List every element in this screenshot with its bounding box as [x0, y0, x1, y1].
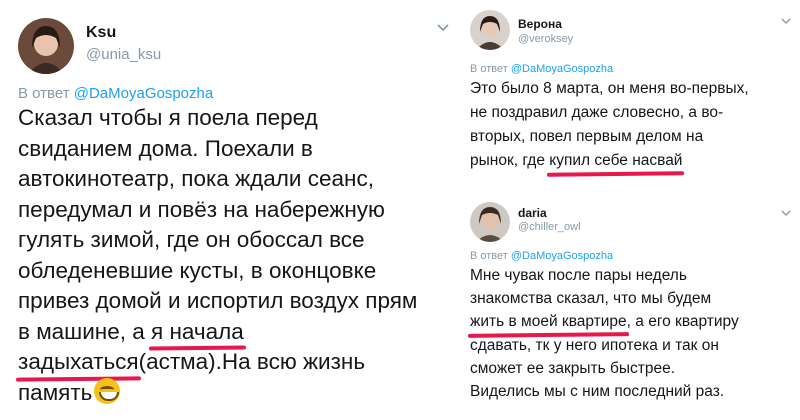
reply-mention-link[interactable]: @DaMoyaGospozha — [74, 85, 213, 102]
text-segment: в машине, а — [18, 318, 152, 344]
author-name[interactable]: Верона — [518, 17, 562, 31]
highlighted-phrase: задыхаться — [18, 347, 139, 378]
tweet-line: Сказал чтобы я поела перед — [18, 105, 318, 130]
chevron-down-icon[interactable] — [780, 206, 792, 218]
tweet-line: свиданием дома. Поехали в — [18, 135, 313, 161]
tweet-line: Это было 8 марта, он меня во-первых, — [470, 80, 749, 97]
reply-mention-link[interactable]: @DaMoyaGospozha — [511, 250, 613, 262]
tweet-text: Сказал чтобы я поела перед свиданием дом… — [18, 103, 458, 408]
reply-prefix: В ответ — [470, 63, 511, 75]
author-name[interactable]: daria — [518, 206, 547, 220]
chevron-down-icon[interactable] — [780, 14, 792, 26]
text-segment: память — [18, 379, 93, 405]
author-name[interactable]: Ksu — [86, 24, 116, 42]
author-handle[interactable]: @chiller_owl — [518, 221, 581, 233]
avatar[interactable] — [470, 10, 510, 50]
reply-context: В ответ @DaMoyaGospozha — [18, 85, 213, 102]
reply-context: В ответ @DaMoyaGospozha — [470, 250, 613, 262]
tweet-line: не поздравил даже словесно, а во- — [470, 104, 724, 121]
tweet-line: гулять зимой, где он обоссал все — [18, 227, 365, 252]
text-segment: (астма).На всю жизнь — [138, 349, 366, 374]
reply-prefix: В ответ — [470, 250, 511, 262]
reply-mention-link[interactable]: @DaMoyaGospozha — [511, 63, 613, 75]
text-segment: рынок, где — [470, 152, 550, 169]
tweet-line: рынок, где купил себе насвай — [470, 149, 800, 173]
tweet-line: жить в моей квартире, а его квартиру — [470, 310, 800, 333]
tweet-line: привез домой и испортил воздух прям — [18, 288, 418, 313]
tweet-verona: Верона @veroksey В ответ @DaMoyaGospozha… — [462, 0, 800, 200]
tweet-line: знакомства сказал, что мы будем — [470, 290, 712, 308]
avatar[interactable] — [18, 18, 74, 74]
author-handle[interactable]: @unia_ksu — [86, 46, 161, 63]
tweet-line: задыхаться(астма).На всю жизнь — [18, 347, 458, 378]
tweet-line: память — [18, 377, 458, 409]
highlighted-phrase: жить в моей квартире — [470, 310, 627, 333]
tweet-line: вторых, повел первым делом на — [470, 128, 704, 145]
highlighted-phrase: я начала — [151, 317, 244, 348]
highlighted-phrase: купил себе насвай — [549, 149, 682, 173]
tweet-daria: daria @chiller_owl В ответ @DaMoyaGospoz… — [462, 196, 800, 420]
grinning-face-emoji-icon — [94, 377, 121, 404]
tweet-text: Это было 8 марта, он меня во-первых, не … — [470, 77, 800, 173]
tweet-text: Мне чувак после пары недель знакомства с… — [470, 264, 800, 403]
tweet-line: обледеневшие кусты, в оконцовке — [18, 257, 377, 283]
tweet-line: Мне чувак после пары недель — [470, 267, 687, 284]
reply-context: В ответ @DaMoyaGospozha — [470, 63, 613, 75]
chevron-down-icon[interactable] — [436, 20, 450, 34]
tweet-line: в машине, а я начала — [18, 317, 458, 348]
avatar[interactable] — [470, 202, 510, 242]
author-handle[interactable]: @veroksey — [518, 33, 573, 45]
text-segment: , а его квартиру — [626, 313, 739, 331]
tweet-line: передумал и повёз на набережную — [18, 196, 385, 222]
tweet-line: Виделись мы с ним последний раз. — [470, 383, 725, 401]
tweet-line: автокинотеатр, пока ждали сеанс, — [18, 166, 374, 191]
tweet-ksu: Ksu @unia_ksu В ответ @DaMoyaGospozha Ск… — [0, 0, 460, 420]
tweet-line: сможет ее закрыть быстрее. — [470, 359, 676, 377]
reply-prefix: В ответ — [18, 85, 74, 102]
